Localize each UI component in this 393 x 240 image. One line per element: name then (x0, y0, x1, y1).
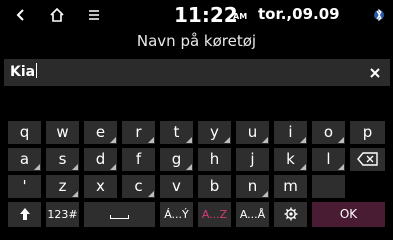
vehicle-name-input[interactable]: Kia (4, 59, 390, 86)
settings-key[interactable] (274, 202, 307, 227)
key-h[interactable]: h (198, 148, 231, 171)
key-p[interactable]: p (350, 121, 385, 144)
key-g[interactable]: g (160, 148, 193, 171)
key-o[interactable]: o (312, 121, 345, 144)
connectivity-icon (372, 7, 386, 27)
keyboard: q w e r t y u i o p a s d f g h j k l ' … (0, 114, 393, 236)
accent-upper-key[interactable]: A...Å (236, 202, 269, 227)
key-x[interactable]: x (84, 175, 117, 198)
accent-lower-key[interactable]: Á...Ý (160, 202, 193, 227)
key-j[interactable]: j (236, 148, 269, 171)
clock-date: tor.,09.09 (258, 5, 340, 23)
key-a[interactable]: a (8, 148, 41, 171)
alphabet-case-key[interactable]: A...Z (198, 202, 231, 227)
clock-time: 11:22 (174, 3, 238, 27)
key-y[interactable]: y (198, 121, 231, 144)
key-q[interactable]: q (8, 121, 41, 144)
key-k[interactable]: k (274, 148, 307, 171)
key-m[interactable]: m (274, 175, 307, 198)
back-icon[interactable] (6, 0, 36, 30)
status-bar: 11:22 AM tor.,09.09 (0, 0, 393, 30)
key-u[interactable]: u (236, 121, 269, 144)
input-value: Kia (10, 63, 38, 80)
key-blank[interactable] (312, 175, 345, 198)
key-z[interactable]: z (46, 175, 79, 198)
key-e[interactable]: e (84, 121, 117, 144)
key-l[interactable]: l (312, 148, 345, 171)
key-r[interactable]: r (122, 121, 155, 144)
key-f[interactable]: f (122, 148, 155, 171)
shift-icon (19, 208, 30, 220)
home-icon[interactable] (42, 0, 72, 30)
page-title: Navn på køretøj (136, 32, 257, 50)
ok-button[interactable]: OK (312, 202, 385, 227)
key-s[interactable]: s (46, 148, 79, 171)
clock-ampm: AM (233, 12, 248, 21)
key-c[interactable]: c (122, 175, 155, 198)
key-d[interactable]: d (84, 148, 117, 171)
menu-icon[interactable] (79, 0, 109, 30)
key-t[interactable]: t (160, 121, 193, 144)
key-v[interactable]: v (160, 175, 193, 198)
key-i[interactable]: i (274, 121, 307, 144)
key-w[interactable]: w (46, 121, 79, 144)
key-b[interactable]: b (198, 175, 231, 198)
gear-icon (284, 207, 297, 221)
clear-icon[interactable] (368, 65, 382, 79)
key-apostrophe[interactable]: ' (8, 175, 41, 198)
space-icon (110, 215, 129, 219)
space-key[interactable] (84, 202, 155, 227)
key-n[interactable]: n (236, 175, 269, 198)
text-cursor (36, 63, 38, 78)
shift-key[interactable] (8, 202, 41, 227)
backspace-key[interactable] (350, 148, 385, 171)
backspace-icon (356, 152, 378, 166)
numbers-key[interactable]: 123# (46, 202, 79, 227)
